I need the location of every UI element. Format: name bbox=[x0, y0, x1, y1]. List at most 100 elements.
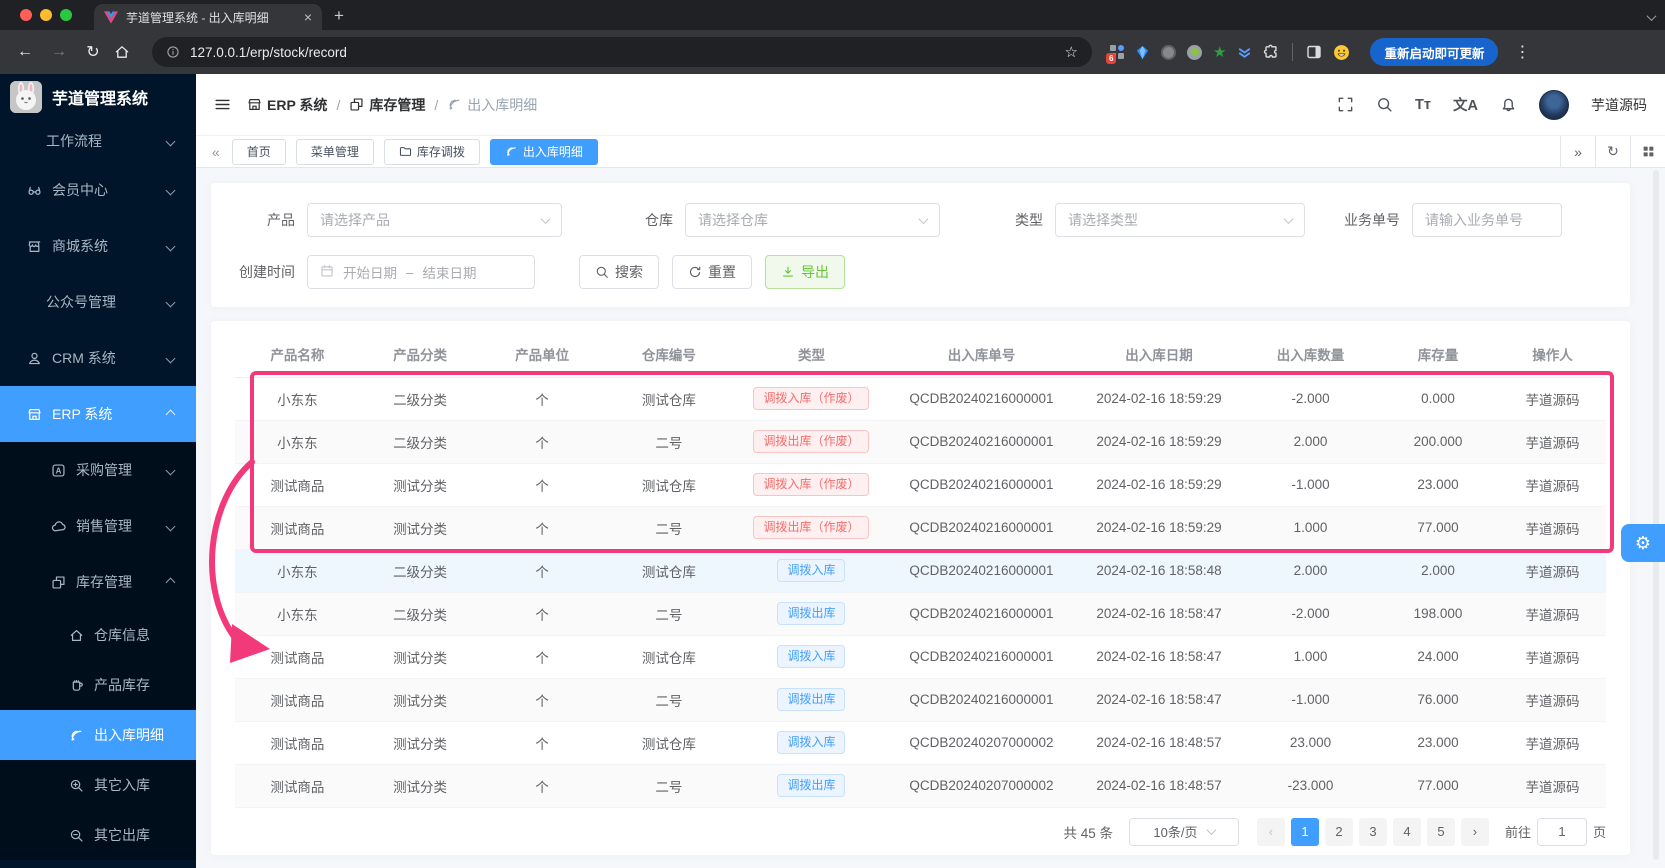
page-button-2[interactable]: 2 bbox=[1324, 817, 1353, 846]
table-row-3[interactable]: 测试商品 测试分类个二号 调拨出库（作废） QCDB20240216000001 202… bbox=[235, 506, 1606, 550]
page-button-4[interactable]: 4 bbox=[1392, 817, 1421, 846]
page-tab-3[interactable]: 出入库明细 bbox=[489, 138, 598, 165]
warehouse-select[interactable]: 请选择仓库 bbox=[685, 203, 940, 237]
date-range-input[interactable]: 开始日期 – 结束日期 bbox=[307, 255, 535, 289]
star-extension-icon[interactable]: ★ bbox=[1213, 45, 1226, 60]
settings-fab[interactable]: ⚙ bbox=[1621, 524, 1665, 562]
sidebar-item-3[interactable]: 公众号管理 bbox=[0, 274, 196, 330]
tabs-scroll-right-icon[interactable]: » bbox=[1560, 136, 1595, 167]
sidebar-item-9[interactable]: 仓库信息 bbox=[0, 610, 196, 660]
new-tab-button[interactable]: + bbox=[334, 6, 344, 26]
sidebar-item-0[interactable]: 工作流程 bbox=[0, 120, 196, 162]
table-row-1[interactable]: 小东东 二级分类个二号 调拨出库（作废） QCDB20240216000001 2024… bbox=[235, 420, 1606, 464]
next-page-button[interactable]: › bbox=[1460, 817, 1489, 846]
sidebar-item-8[interactable]: 库存管理 bbox=[0, 554, 196, 610]
table-row-2[interactable]: 测试商品 测试分类个测试仓库 调拨入库（作废） QCDB20240216000001 2… bbox=[235, 463, 1606, 507]
maximize-window-button[interactable] bbox=[60, 9, 72, 21]
window-chevron-icon[interactable] bbox=[1646, 8, 1657, 26]
avatar[interactable] bbox=[1539, 89, 1569, 120]
breadcrumb-item-1[interactable]: 库存管理 bbox=[349, 95, 425, 115]
table-row-6[interactable]: 测试商品 测试分类个测试仓库 调拨入库 QCDB20240216000001 2024-… bbox=[235, 635, 1606, 679]
type-select[interactable]: 请选择类型 bbox=[1055, 203, 1305, 237]
order_no-cell: QCDB20240216000001 bbox=[888, 420, 1074, 464]
browser-menu-icon[interactable]: ⋮ bbox=[1514, 42, 1530, 62]
scrollbar[interactable] bbox=[1653, 170, 1659, 860]
grid-extension-icon[interactable]: 6 bbox=[1106, 45, 1124, 64]
product-label: 产品 bbox=[267, 212, 295, 228]
sidebar-item-6[interactable]: A 采购管理 bbox=[0, 442, 196, 498]
bizno-input[interactable]: 请输入业务单号 bbox=[1412, 203, 1562, 237]
sidebar-item-13[interactable]: 其它出库 bbox=[0, 810, 196, 860]
page-size-select[interactable]: 10条/页 bbox=[1128, 817, 1239, 846]
page-tab-2[interactable]: 库存调拨 bbox=[383, 138, 480, 165]
export-button[interactable]: 导出 bbox=[765, 255, 845, 289]
table-row-8[interactable]: 测试商品 测试分类个测试仓库 调拨入库 QCDB20240207000002 2024-… bbox=[235, 721, 1606, 765]
sidebar-item-10[interactable]: 产品库存 bbox=[0, 660, 196, 710]
browser-tab[interactable]: 芋道管理系统 - 出入库明细 × bbox=[94, 4, 322, 30]
forward-button[interactable]: → bbox=[46, 43, 72, 61]
datetime-cell: 2024-02-16 18:48:57 bbox=[1074, 721, 1244, 765]
tabs-refresh-icon[interactable]: ↻ bbox=[1595, 136, 1630, 167]
browser-update-button[interactable]: 重新启动即可更新 bbox=[1370, 38, 1499, 66]
font-size-icon[interactable]: Tт bbox=[1415, 97, 1431, 113]
back-button[interactable]: ← bbox=[12, 43, 38, 61]
breadcrumb-item-2[interactable]: 出入库明细 bbox=[447, 95, 537, 115]
reload-button[interactable]: ↻ bbox=[80, 42, 106, 62]
sidebar-item-label: 工作流程 bbox=[46, 133, 102, 149]
chevron-down-icon bbox=[165, 353, 176, 363]
table-row-0[interactable]: 小东东 二级分类个测试仓库 调拨入库（作废） QCDB20240216000001 20… bbox=[235, 377, 1606, 421]
quantity-cell: -1.000 bbox=[1244, 678, 1377, 722]
sidebar-item-label: 采购管理 bbox=[76, 462, 132, 478]
sidebar-item-label: 销售管理 bbox=[76, 518, 132, 534]
gray-circle-extension-icon[interactable] bbox=[1161, 44, 1176, 60]
sidebar-item-5[interactable]: ERP 系统 bbox=[0, 386, 196, 442]
product-cell: 测试商品 bbox=[235, 506, 360, 550]
site-info-icon[interactable] bbox=[166, 45, 180, 59]
sidebar-item-7[interactable]: 销售管理 bbox=[0, 498, 196, 554]
sidebar-item-2[interactable]: 商城系统 bbox=[0, 218, 196, 274]
tab-close-icon[interactable]: × bbox=[304, 9, 312, 25]
table-header-row: 产品名称 产品分类 产品单位 仓库编号 类型 出入库单号 出入库日期 出入库数量 库存量 操作人 bbox=[235, 331, 1606, 378]
page-tab-1[interactable]: 菜单管理 bbox=[295, 138, 374, 165]
tabs-scroll-left-icon[interactable]: « bbox=[212, 144, 220, 160]
search-icon[interactable] bbox=[1376, 96, 1393, 113]
gem-extension-icon[interactable] bbox=[1135, 45, 1150, 60]
page-tab-0[interactable]: 首页 bbox=[231, 138, 286, 165]
prev-page-button[interactable]: ‹ bbox=[1256, 817, 1285, 846]
username[interactable]: 芋道源码 bbox=[1591, 95, 1647, 115]
table-row-9[interactable]: 测试商品 测试分类个二号 调拨出库 QCDB20240207000002 2024-02… bbox=[235, 764, 1606, 808]
chevrons-extension-icon[interactable] bbox=[1237, 45, 1252, 60]
goto-page-input[interactable] bbox=[1536, 817, 1587, 846]
search-button[interactable]: 搜索 bbox=[579, 255, 659, 289]
stock-cell: 198.000 bbox=[1376, 592, 1499, 636]
tabs-layout-icon[interactable] bbox=[1630, 136, 1665, 167]
close-window-button[interactable] bbox=[20, 9, 32, 21]
app-logo[interactable]: 芋道管理系统 bbox=[0, 74, 196, 120]
url-bar[interactable]: 127.0.0.1/erp/stock/record ☆ bbox=[152, 37, 1092, 67]
sidebar-item-11[interactable]: 出入库明细 bbox=[0, 710, 196, 760]
emoji-profile-icon[interactable] bbox=[1333, 44, 1350, 61]
sidebar-item-1[interactable]: 会员中心 bbox=[0, 162, 196, 218]
sidepanel-icon[interactable] bbox=[1306, 44, 1322, 60]
sidebar-item-12[interactable]: 其它入库 bbox=[0, 760, 196, 810]
product-select[interactable]: 请选择产品 bbox=[307, 203, 562, 237]
minimize-window-button[interactable] bbox=[40, 9, 52, 21]
home-button[interactable] bbox=[114, 44, 140, 60]
reset-button[interactable]: 重置 bbox=[672, 255, 752, 289]
sidebar-item-4[interactable]: CRM 系统 bbox=[0, 330, 196, 386]
table-row-5[interactable]: 小东东 二级分类个二号 调拨出库 QCDB20240216000001 2024-02-… bbox=[235, 592, 1606, 636]
table-row-4[interactable]: 小东东 二级分类个测试仓库 调拨入库 QCDB20240216000001 2024-0… bbox=[235, 549, 1606, 593]
stock-cell: 2.000 bbox=[1376, 549, 1499, 593]
collapse-menu-icon[interactable] bbox=[214, 96, 231, 113]
bookmark-star-icon[interactable]: ☆ bbox=[1065, 43, 1078, 61]
record-extension-icon[interactable] bbox=[1187, 44, 1202, 60]
table-row-7[interactable]: 测试商品 测试分类个二号 调拨出库 QCDB20240216000001 2024-02… bbox=[235, 678, 1606, 722]
page-button-1[interactable]: 1 bbox=[1290, 817, 1319, 846]
puzzle-extensions-icon[interactable] bbox=[1263, 44, 1279, 60]
page-button-3[interactable]: 3 bbox=[1358, 817, 1387, 846]
breadcrumb-item-0[interactable]: ERP 系统 bbox=[247, 95, 327, 115]
locale-icon[interactable]: 文A bbox=[1453, 94, 1478, 115]
bell-icon[interactable] bbox=[1500, 96, 1517, 113]
page-button-5[interactable]: 5 bbox=[1426, 817, 1455, 846]
fullscreen-icon[interactable] bbox=[1337, 96, 1354, 113]
